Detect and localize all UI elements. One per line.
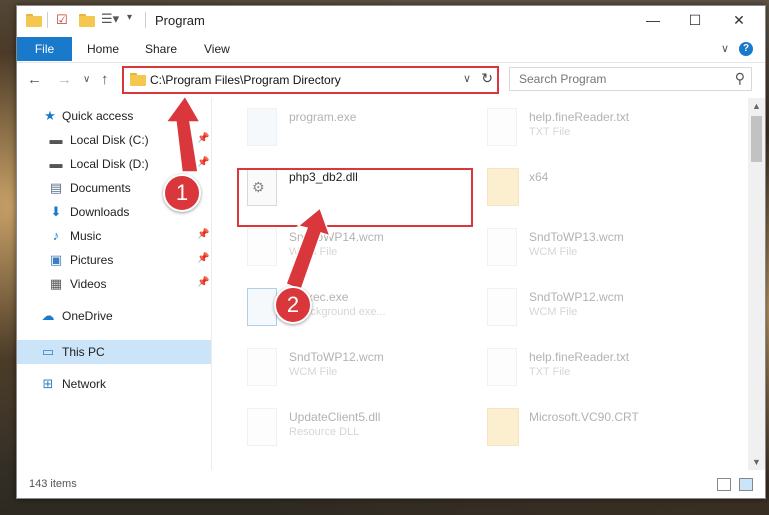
arrow-up-icon bbox=[164, 94, 202, 173]
annotation-arrows bbox=[164, 94, 332, 291]
arrow-diagonal-icon bbox=[285, 206, 332, 291]
step-badge-1: 1 bbox=[163, 174, 201, 212]
step-badge-2: 2 bbox=[274, 286, 312, 324]
